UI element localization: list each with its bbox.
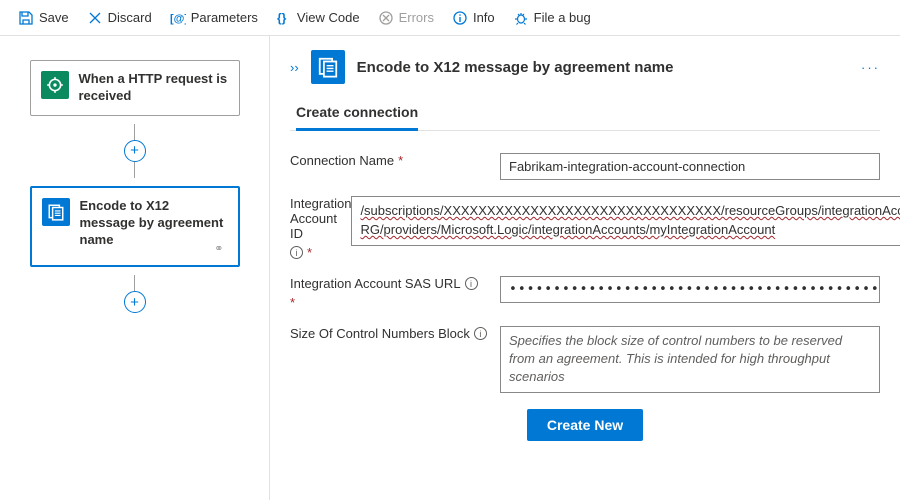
label-connection-name: Connection Name* — [290, 153, 500, 168]
input-sas-url[interactable]: ••••••••••••••••••••••••••••••••••••••••… — [500, 276, 880, 303]
discard-icon — [87, 10, 103, 26]
discard-button[interactable]: Discard — [79, 6, 160, 30]
info-label: Info — [473, 10, 495, 25]
connector-1: + — [12, 124, 257, 178]
tab-create-connection[interactable]: Create connection — [296, 104, 418, 131]
save-button[interactable]: Save — [10, 6, 77, 30]
input-account-id[interactable]: /subscriptions/XXXXXXXXXXXXXXXXXXXXXXXXX… — [351, 196, 900, 246]
http-trigger-icon — [41, 71, 69, 99]
row-block-size: Size Of Control Numbers Block i Specifie… — [290, 326, 880, 393]
info-tooltip-icon[interactable]: i — [465, 277, 478, 290]
viewcode-label: View Code — [297, 10, 360, 25]
row-account-id: Integration Account ID i * /subscription… — [290, 196, 880, 260]
row-connection-name: Connection Name* Fabrikam-integration-ac… — [290, 153, 880, 180]
svg-text:[@]: [@] — [170, 13, 186, 25]
panel-header: ›› Encode to X12 message by agreement na… — [290, 50, 880, 84]
viewcode-button[interactable]: {} View Code — [268, 6, 368, 30]
errors-label: Errors — [399, 10, 434, 25]
step-encode-x12[interactable]: Encode to X12 message by agreement name … — [30, 186, 240, 268]
connector-2: + — [12, 275, 257, 313]
info-tooltip-icon[interactable]: i — [290, 246, 303, 259]
label-account-id: Integration Account ID i * — [290, 196, 351, 260]
main: When a HTTP request is received + Encode… — [0, 36, 900, 500]
details-panel: ›› Encode to X12 message by agreement na… — [270, 36, 900, 500]
panel-x12-icon — [311, 50, 345, 84]
parameters-button[interactable]: [@] Parameters — [162, 6, 266, 30]
row-sas-url: Integration Account SAS URL i * ••••••••… — [290, 276, 880, 310]
x12-icon — [42, 198, 70, 226]
workflow-canvas: When a HTTP request is received + Encode… — [0, 36, 270, 500]
label-sas-url: Integration Account SAS URL i * — [290, 276, 500, 310]
discard-label: Discard — [108, 10, 152, 25]
label-block-size: Size Of Control Numbers Block i — [290, 326, 500, 341]
svg-text:{}: {} — [277, 11, 287, 25]
add-step-button-2[interactable]: + — [124, 291, 146, 313]
create-new-button[interactable]: Create New — [527, 409, 643, 441]
bug-label: File a bug — [534, 10, 591, 25]
add-step-button[interactable]: + — [124, 140, 146, 162]
panel-more-button[interactable]: ··· — [861, 60, 880, 75]
step-http-label: When a HTTP request is received — [79, 71, 229, 105]
step-x12-label: Encode to X12 message by agreement name — [80, 198, 228, 249]
save-icon — [18, 10, 34, 26]
braces-icon: {} — [276, 10, 292, 26]
input-block-size[interactable]: Specifies the block size of control numb… — [500, 326, 880, 393]
errors-icon — [378, 10, 394, 26]
panel-title: Encode to X12 message by agreement name — [357, 59, 674, 76]
errors-button[interactable]: Errors — [370, 6, 442, 30]
info-tooltip-icon[interactable]: i — [474, 327, 487, 340]
parameters-label: Parameters — [191, 10, 258, 25]
info-icon — [452, 10, 468, 26]
save-label: Save — [39, 10, 69, 25]
toolbar: Save Discard [@] Parameters {} View Code… — [0, 0, 900, 36]
step-http-trigger[interactable]: When a HTTP request is received — [30, 60, 240, 116]
bug-button[interactable]: File a bug — [505, 6, 599, 30]
bug-icon — [513, 10, 529, 26]
parameters-icon: [@] — [170, 10, 186, 26]
info-button[interactable]: Info — [444, 6, 503, 30]
collapse-icon[interactable]: ›› — [290, 60, 299, 75]
input-connection-name[interactable]: Fabrikam-integration-account-connection — [500, 153, 880, 180]
